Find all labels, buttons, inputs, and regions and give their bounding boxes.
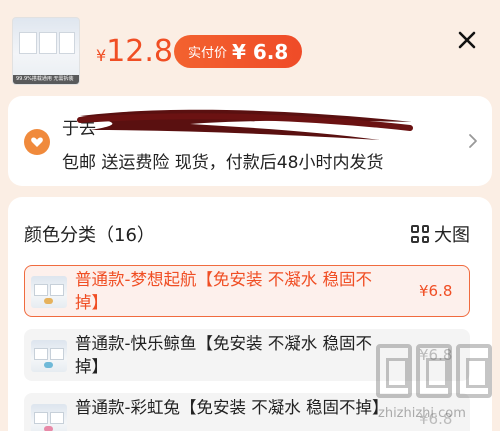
variant-price: ¥6.8 xyxy=(419,282,453,300)
variant-thumbnail xyxy=(31,340,67,372)
thumb-panel xyxy=(59,32,75,54)
thumb-caption: 99.9%搭载通用 无需拆装 xyxy=(13,75,79,84)
price-value: 12.8 xyxy=(106,34,173,69)
grid-icon xyxy=(411,225,429,243)
watermark-logo xyxy=(376,344,492,398)
watermark-text: zhizhizhi.com xyxy=(378,406,466,421)
thumb-panel xyxy=(39,32,57,54)
close-button[interactable] xyxy=(453,26,481,54)
product-thumbnail[interactable]: 99.9%搭载通用 无需拆装 xyxy=(12,17,80,85)
redaction-scribble xyxy=(77,109,413,140)
variant-thumbnail xyxy=(31,276,67,308)
actual-price-badge: 实付价 ¥ 6.8 xyxy=(174,35,303,68)
chevron-right-icon[interactable] xyxy=(466,132,480,150)
currency-symbol: ¥ xyxy=(96,46,107,65)
shipping-heart-icon xyxy=(24,129,50,155)
thumb-panel xyxy=(19,32,37,54)
shipping-card[interactable]: 于去 包邮 送运费险 现货，付款后48小时内发货 xyxy=(8,96,492,186)
shipping-detail: 包邮 送运费险 现货，付款后48小时内发货 xyxy=(62,153,384,173)
color-category-header: 颜色分类（16） xyxy=(24,225,155,246)
close-icon xyxy=(458,31,476,49)
variant-thumbnail xyxy=(31,404,67,431)
product-price: ¥12.8 xyxy=(96,34,173,69)
variant-name: 普通款-梦想起航【免安装 不凝水 稳固不掉】 xyxy=(75,270,372,312)
big-view-label: 大图 xyxy=(434,225,470,246)
heart-icon xyxy=(31,137,43,147)
big-view-button[interactable]: 大图 xyxy=(411,221,470,247)
site-watermark: zhizhizhi.com xyxy=(372,340,500,431)
variant-name: 普通款-快乐鲸鱼【免安装 不凝水 稳固不掉】 xyxy=(75,334,372,376)
actual-price-value: ¥ 6.8 xyxy=(232,39,289,64)
variant-option[interactable]: 普通款-梦想起航【免安装 不凝水 稳固不掉】 ¥6.8 xyxy=(24,265,470,317)
actual-price-label: 实付价 xyxy=(188,46,228,61)
variant-name: 普通款-彩虹兔【免安装 不凝水 稳固不掉】 xyxy=(75,398,389,417)
product-header: 99.9%搭载通用 无需拆装 ¥12.8 实付价 ¥ 6.8 xyxy=(0,0,500,95)
